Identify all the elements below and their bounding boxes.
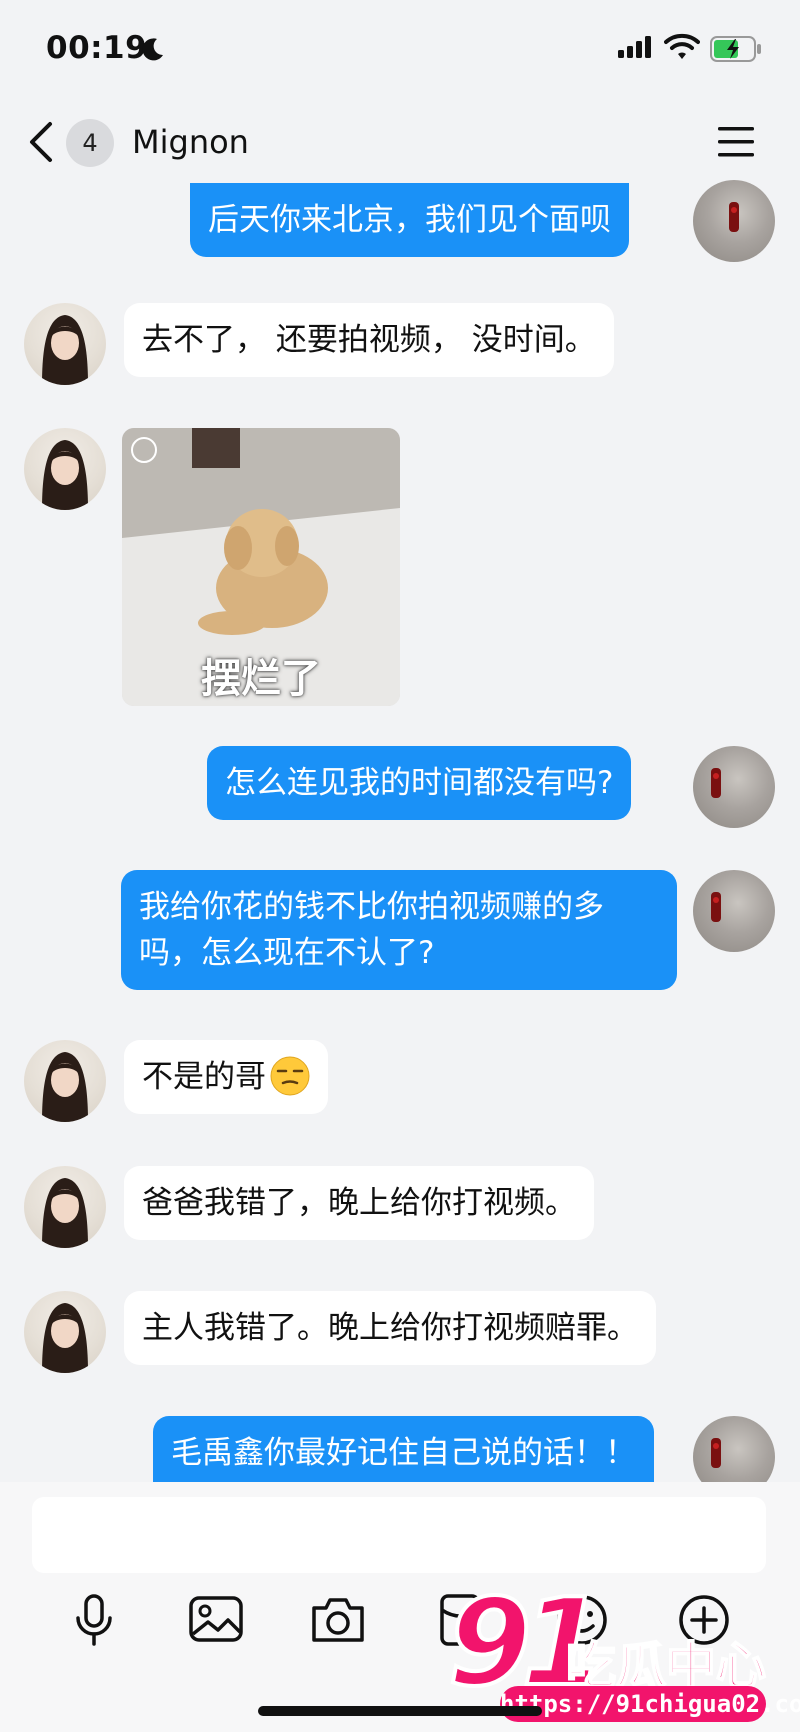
message-input[interactable] — [32, 1497, 766, 1573]
wifi-icon — [664, 33, 700, 59]
incoming-message[interactable]: 爸爸我错了，晚上给你打视频。 — [124, 1166, 594, 1240]
contact-avatar[interactable] — [24, 1291, 106, 1373]
moon-icon — [142, 38, 163, 61]
unread-count-badge[interactable]: 4 — [66, 119, 114, 167]
microphone-icon[interactable] — [64, 1592, 124, 1648]
contact-avatar[interactable] — [24, 428, 106, 510]
image-icon[interactable] — [186, 1592, 246, 1648]
self-avatar[interactable] — [693, 746, 775, 828]
outgoing-message[interactable]: 后天你来北京，我们见个面呗 — [190, 183, 629, 257]
incoming-message[interactable]: 去不了， 还要拍视频， 没时间。 — [124, 303, 614, 377]
watermark-url: https://91chigua02.com — [500, 1686, 800, 1722]
signal-icon — [618, 36, 651, 58]
unamused-face-emoji-icon — [270, 1056, 310, 1095]
contact-avatar[interactable] — [24, 303, 106, 385]
contact-name[interactable]: Mignon — [132, 123, 249, 161]
incoming-message[interactable]: 主人我错了。晚上给你打视频赔罪。 — [124, 1291, 656, 1365]
incoming-message[interactable]: 不是的哥 — [124, 1040, 328, 1114]
self-avatar[interactable] — [693, 870, 775, 952]
menu-icon[interactable] — [716, 124, 756, 160]
home-indicator[interactable] — [258, 1706, 542, 1716]
status-time: 00:19 — [46, 30, 148, 66]
outgoing-message[interactable]: 毛禹鑫你最好记住自己说的话！！ — [153, 1416, 654, 1484]
status-bar: 00:19 — [0, 0, 800, 96]
contact-avatar[interactable] — [24, 1040, 106, 1122]
message-text: 不是的哥 — [142, 1059, 266, 1095]
back-chevron-icon[interactable] — [26, 120, 56, 164]
camera-icon[interactable] — [308, 1592, 368, 1648]
contact-avatar[interactable] — [24, 1166, 106, 1248]
sticker-message[interactable]: 摆烂了 — [122, 428, 400, 706]
battery-icon — [710, 36, 761, 62]
outgoing-message[interactable]: 我给你花的钱不比你拍视频赚的多吗，怎么现在不认了? — [121, 870, 677, 990]
sticker-caption: 摆烂了 — [201, 656, 321, 702]
outgoing-message[interactable]: 怎么连见我的时间都没有吗? — [207, 746, 632, 820]
self-avatar[interactable] — [693, 180, 775, 262]
